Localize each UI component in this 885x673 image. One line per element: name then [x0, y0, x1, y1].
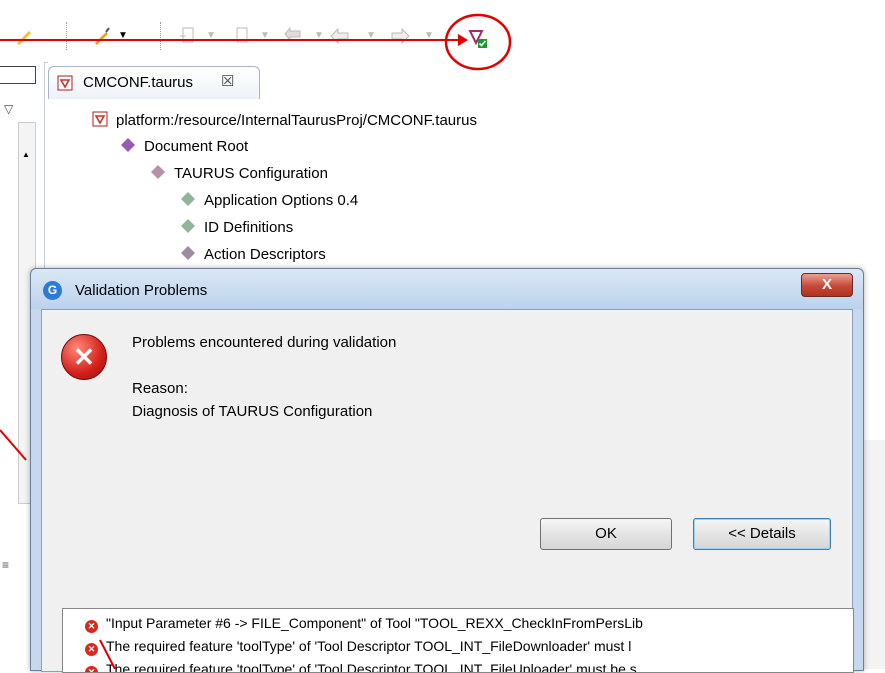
view-menu-icon[interactable]: ▽: [4, 102, 13, 116]
close-button[interactable]: X: [801, 273, 853, 297]
tree-item-label: ID Definitions: [204, 219, 294, 236]
details-list[interactable]: ✕ "Input Parameter #6 -> FILE_Component" …: [62, 608, 854, 673]
diamond-icon: [151, 165, 165, 179]
list-item[interactable]: ✕ The required feature 'toolType' of 'Too…: [63, 638, 843, 656]
detail-text: The required feature 'toolType' of 'Tool…: [106, 638, 632, 654]
dropdown-arrow-icon[interactable]: ▼: [206, 30, 216, 41]
validation-dialog: G Validation Problems X ✕ Problems encou…: [30, 268, 864, 673]
tree-item-label: Document Root: [144, 138, 249, 155]
tree-item-label: Application Options 0.4: [204, 192, 359, 209]
last-edit-icon[interactable]: [284, 26, 304, 46]
editor-tab[interactable]: CMCONF.taurus ☒: [48, 66, 260, 99]
previous-annotation-icon[interactable]: [232, 26, 252, 46]
ok-button[interactable]: OK: [540, 518, 672, 550]
error-icon: ✕: [85, 666, 98, 672]
diamond-icon: [121, 138, 135, 152]
tree-item-label: platform:/resource/InternalTaurusProj/CM…: [116, 112, 477, 129]
dropdown-arrow-icon[interactable]: ▼: [366, 30, 376, 41]
diamond-icon: [181, 219, 195, 233]
tree-item-label: TAURUS Configuration: [174, 165, 328, 182]
list-item[interactable]: ✕ The required feature 'toolType' of 'Too…: [63, 661, 843, 672]
scroll-up-arrow-icon[interactable]: ▲: [22, 150, 30, 159]
pencil-icon[interactable]: [14, 26, 34, 46]
toolbar-separator: [160, 22, 162, 50]
tree-item-resource[interactable]: platform:/resource/InternalTaurusProj/CM…: [92, 111, 477, 129]
tree-item-id-definitions[interactable]: ID Definitions: [180, 218, 293, 236]
tree-item-application-options[interactable]: Application Options 0.4: [180, 191, 358, 209]
error-icon: ✕: [85, 620, 98, 633]
close-tab-icon[interactable]: ☒: [221, 72, 234, 90]
grip-icon: ≡: [2, 558, 10, 572]
taurus-file-icon: [57, 75, 73, 91]
tree-item-action-descriptors[interactable]: Action Descriptors: [180, 245, 326, 265]
app-logo-icon: G: [43, 281, 62, 300]
taurus-file-icon: [92, 111, 108, 127]
dialog-titlebar[interactable]: G Validation Problems X: [31, 269, 863, 309]
tab-label: CMCONF.taurus: [83, 74, 194, 91]
tree-item-label: Action Descriptors: [204, 246, 326, 263]
reason-text: Diagnosis of TAURUS Configuration: [132, 403, 373, 420]
dialog-title: Validation Problems: [75, 282, 208, 299]
tree-item-document-root[interactable]: Document Root: [120, 137, 248, 155]
dialog-body: ✕ Problems encountered during validation…: [41, 309, 854, 673]
error-icon: ✕: [85, 643, 98, 656]
dropdown-arrow-icon[interactable]: ▼: [424, 30, 434, 41]
back-icon[interactable]: [330, 26, 350, 46]
dropdown-arrow-icon[interactable]: ▼: [118, 30, 128, 41]
dialog-message: Problems encountered during validation: [132, 334, 397, 351]
ide-window: ▼ ▼ ▼ ▼ ▼ ▼ ▽ ▲ ≡ CMCONF.taurus ☒ platfo…: [0, 0, 885, 673]
next-annotation-icon[interactable]: [178, 26, 198, 46]
diamond-icon: [181, 192, 195, 206]
toolbar-separator: [66, 22, 68, 50]
detail-text: "Input Parameter #6 -> FILE_Component" o…: [106, 615, 643, 631]
diamond-icon: [181, 246, 195, 260]
validate-icon[interactable]: [468, 29, 488, 49]
highlighter-icon[interactable]: [92, 26, 112, 46]
right-panel-edge: [862, 440, 885, 669]
error-icon: ✕: [61, 334, 107, 380]
details-button[interactable]: << Details: [693, 518, 831, 550]
tree-item-taurus-configuration[interactable]: TAURUS Configuration: [150, 164, 328, 182]
restore-icon[interactable]: [0, 66, 36, 84]
dropdown-arrow-icon[interactable]: ▼: [314, 30, 324, 41]
toolbar: ▼ ▼ ▼ ▼ ▼ ▼: [0, 0, 885, 63]
detail-text: The required feature 'toolType' of 'Tool…: [106, 661, 637, 672]
list-item[interactable]: ✕ "Input Parameter #6 -> FILE_Component" …: [63, 615, 843, 633]
dropdown-arrow-icon[interactable]: ▼: [260, 30, 270, 41]
reason-label: Reason:: [132, 380, 188, 397]
forward-icon[interactable]: [390, 26, 410, 46]
